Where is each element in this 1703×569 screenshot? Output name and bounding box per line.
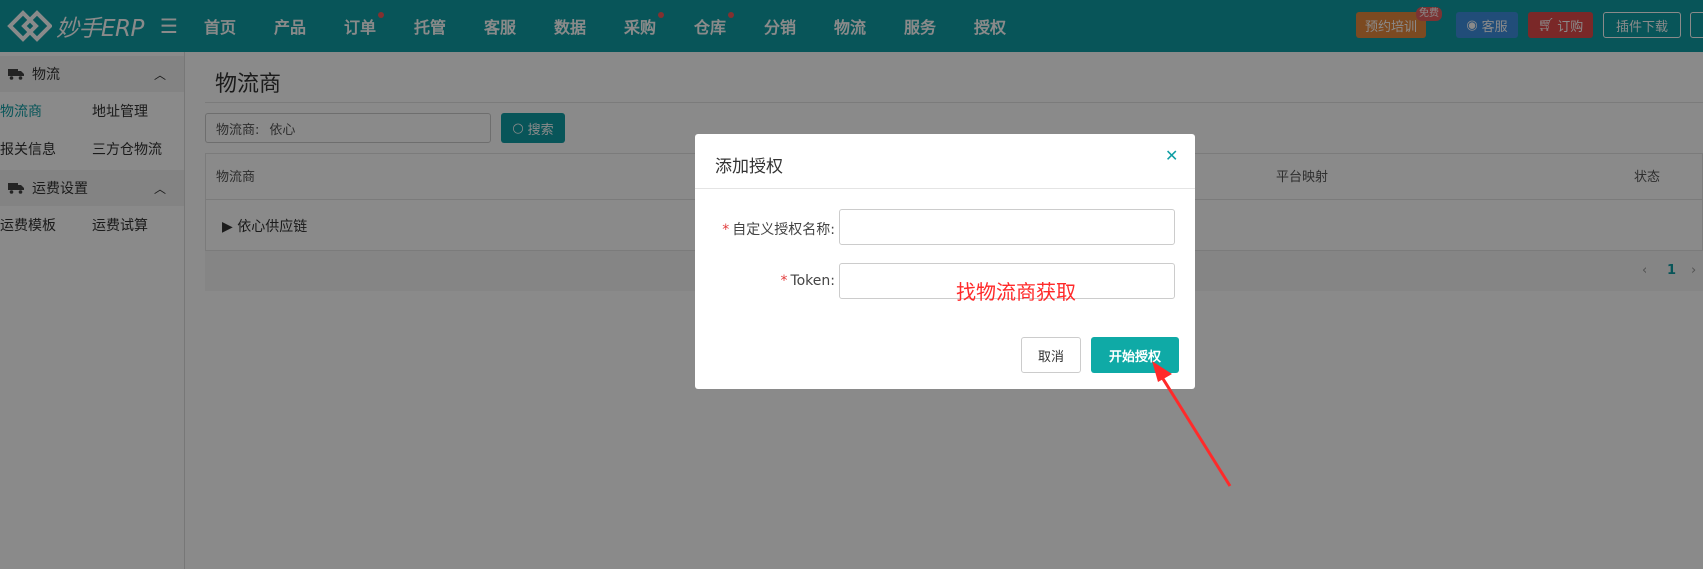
auth-name-label: * 自定义授权名称: bbox=[685, 219, 835, 239]
required-asterisk: * bbox=[780, 273, 788, 289]
dialog-title: 添加授权 bbox=[715, 157, 783, 177]
auth-name-input[interactable] bbox=[839, 209, 1175, 245]
divider bbox=[695, 188, 1195, 189]
field-label-text: Token: bbox=[790, 273, 835, 289]
field-label-text: 自定义授权名称: bbox=[732, 222, 835, 238]
cancel-button[interactable]: 取消 bbox=[1021, 337, 1081, 373]
start-authorization-button[interactable]: 开始授权 bbox=[1091, 337, 1179, 373]
annotation-text: 找物流商获取 bbox=[956, 280, 1076, 304]
close-icon[interactable]: ✕ bbox=[1165, 146, 1178, 165]
token-label: * Token: bbox=[685, 273, 835, 289]
add-authorization-dialog: 添加授权 ✕ * 自定义授权名称: * Token: 找物流商获取 取消 开始授权 bbox=[695, 134, 1195, 389]
required-asterisk: * bbox=[722, 222, 730, 238]
